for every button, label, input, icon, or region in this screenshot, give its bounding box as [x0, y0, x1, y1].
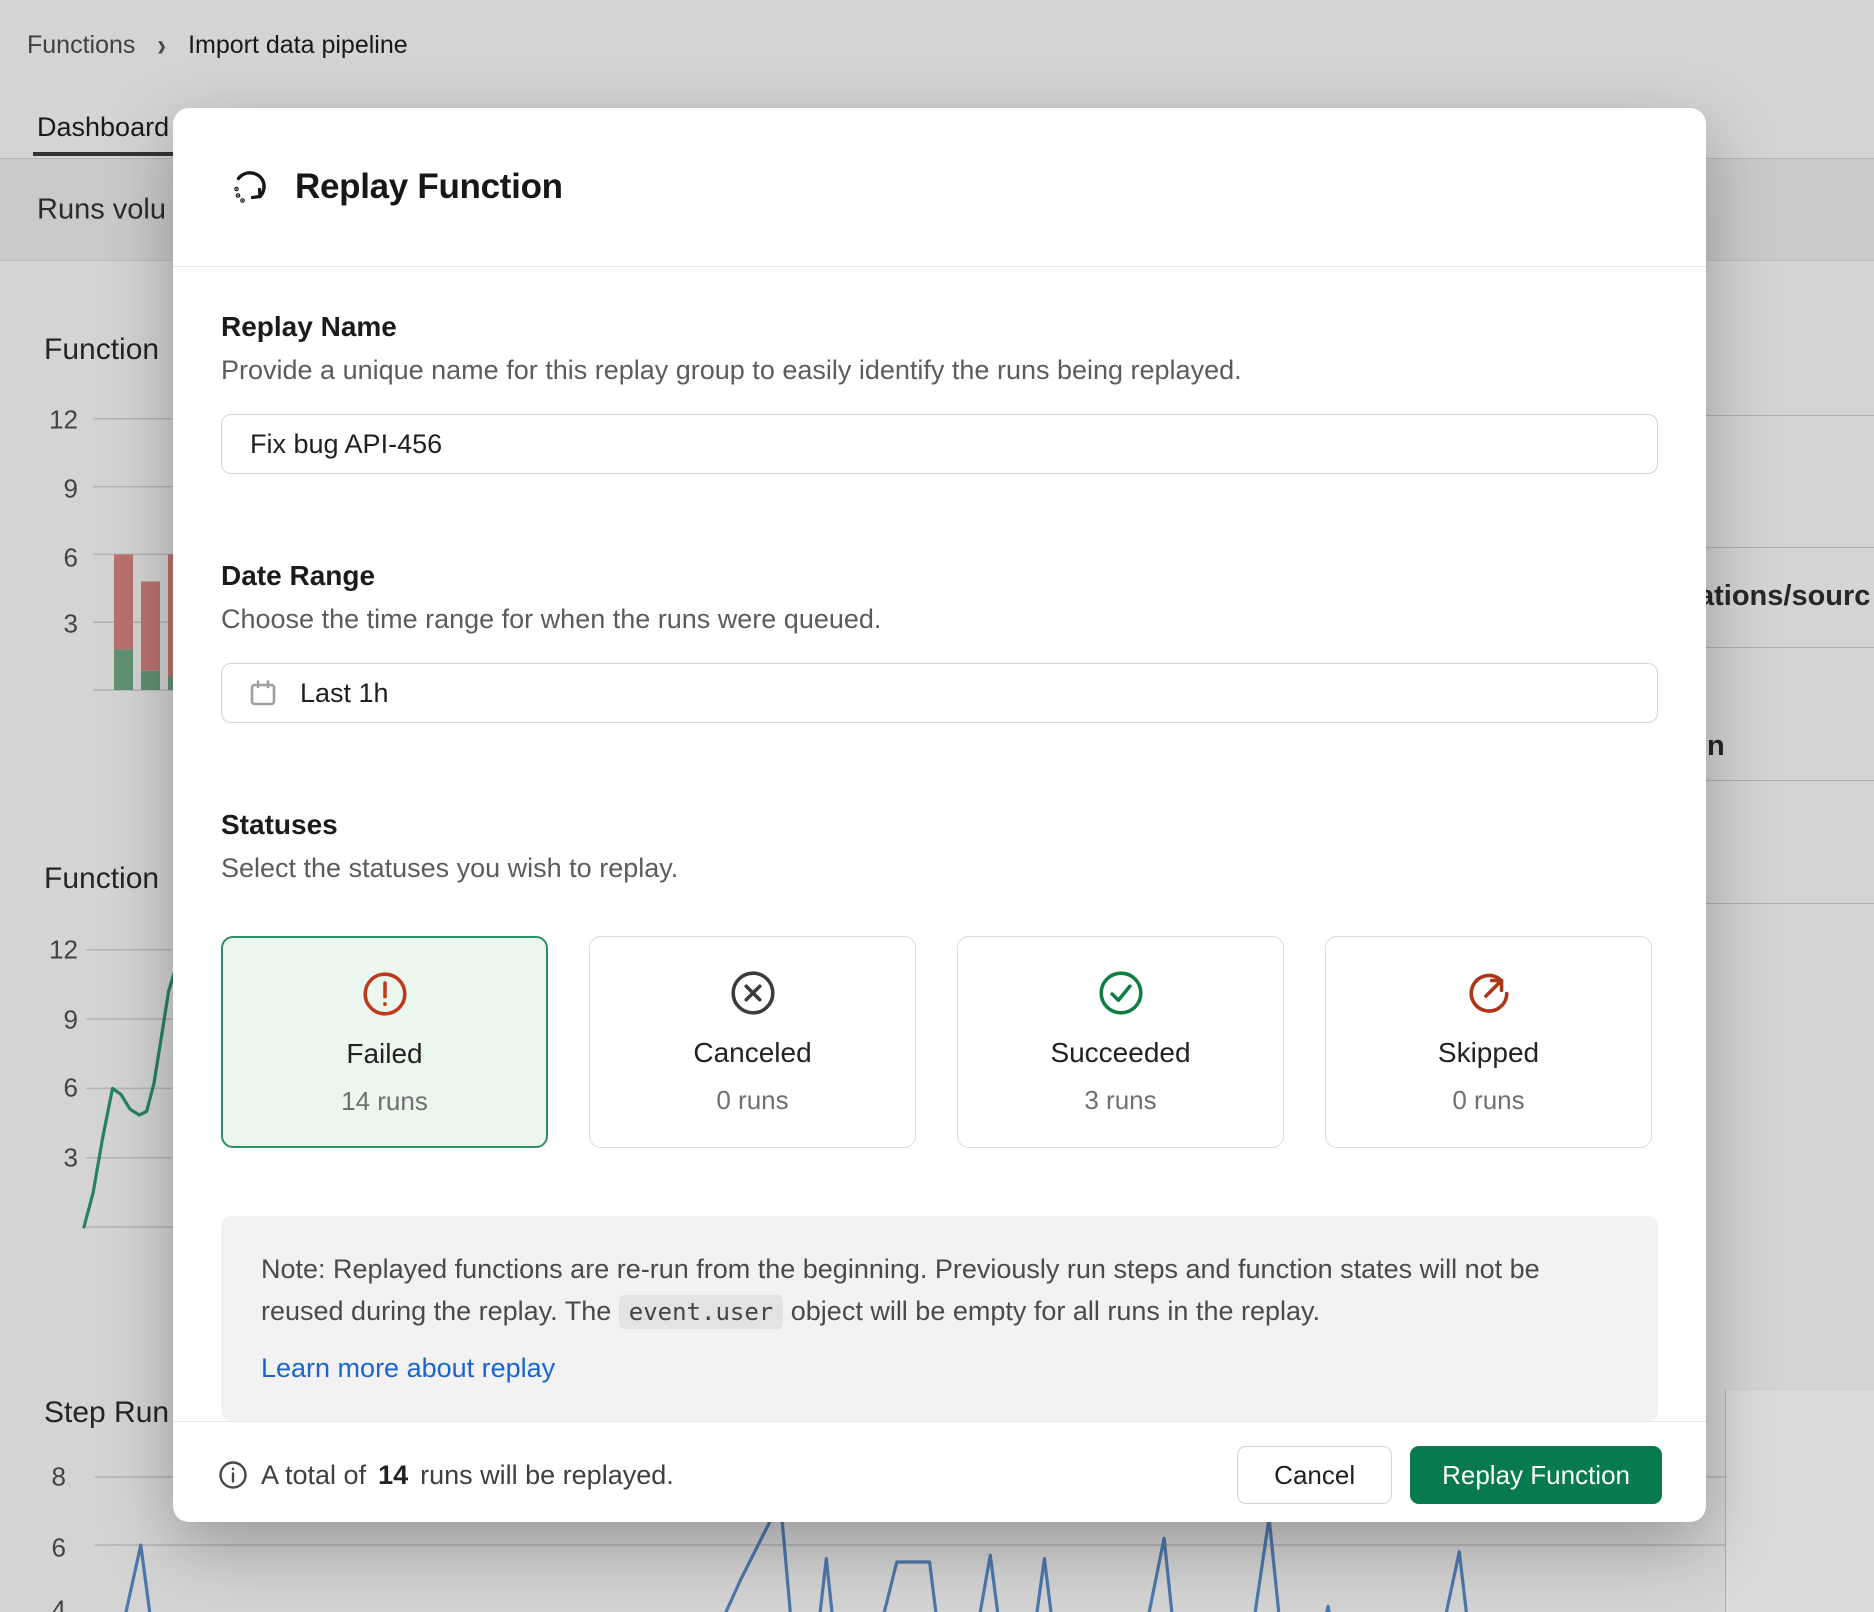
- app-root: Functions › Import data pipeline Dashboa…: [0, 0, 1874, 1612]
- calendar-icon: [248, 678, 278, 708]
- status-card-runs: 14 runs: [341, 1086, 428, 1117]
- replay-function-button[interactable]: Replay Function: [1410, 1446, 1662, 1504]
- status-card-canceled[interactable]: Canceled 0 runs: [589, 936, 916, 1148]
- status-card-label: Succeeded: [1050, 1037, 1190, 1069]
- status-card-skipped[interactable]: Skipped 0 runs: [1325, 936, 1652, 1148]
- info-icon: [217, 1459, 249, 1491]
- x-circle-icon: [729, 969, 777, 1017]
- replay-function-dialog: Replay Function Replay Name Provide a un…: [173, 108, 1706, 1522]
- skip-arrow-icon: [1465, 969, 1513, 1017]
- note-text: object will be empty for all runs in the…: [791, 1296, 1320, 1326]
- summary-count: 14: [378, 1460, 408, 1491]
- status-card-label: Failed: [346, 1038, 422, 1070]
- dialog-title: Replay Function: [295, 167, 563, 207]
- status-card-succeeded[interactable]: Succeeded 3 runs: [957, 936, 1284, 1148]
- summary-suffix: runs will be replayed.: [420, 1460, 674, 1491]
- replay-icon: [229, 166, 271, 208]
- statuses-label: Statuses: [221, 809, 1658, 841]
- dialog-header: Replay Function: [173, 108, 1706, 267]
- replay-note: Note: Replayed functions are re-run from…: [221, 1216, 1658, 1421]
- summary-prefix: A total of: [261, 1460, 366, 1491]
- status-card-row: Failed 14 runs Canceled 0 runs: [221, 936, 1658, 1148]
- status-card-runs: 0 runs: [716, 1085, 788, 1116]
- date-range-label: Date Range: [221, 560, 1658, 592]
- date-range-description: Choose the time range for when the runs …: [221, 604, 1658, 635]
- replay-summary: A total of 14 runs will be replayed.: [217, 1459, 674, 1491]
- status-card-runs: 0 runs: [1452, 1085, 1524, 1116]
- replay-name-input[interactable]: [221, 414, 1658, 474]
- cancel-button[interactable]: Cancel: [1237, 1446, 1392, 1504]
- replay-name-label: Replay Name: [221, 311, 1658, 343]
- status-card-label: Skipped: [1438, 1037, 1539, 1069]
- dialog-footer: A total of 14 runs will be replayed. Can…: [173, 1421, 1706, 1528]
- status-card-failed[interactable]: Failed 14 runs: [221, 936, 548, 1148]
- alert-circle-icon: [361, 970, 409, 1018]
- note-code-chip: event.user: [619, 1295, 784, 1329]
- statuses-description: Select the statuses you wish to replay.: [221, 853, 1658, 884]
- dialog-body: Replay Name Provide a unique name for th…: [173, 267, 1706, 1421]
- replay-name-description: Provide a unique name for this replay gr…: [221, 355, 1658, 386]
- check-circle-icon: [1097, 969, 1145, 1017]
- status-card-label: Canceled: [693, 1037, 811, 1069]
- learn-more-link[interactable]: Learn more about replay: [261, 1347, 555, 1389]
- date-range-value: Last 1h: [300, 678, 389, 709]
- status-card-runs: 3 runs: [1084, 1085, 1156, 1116]
- date-range-select[interactable]: Last 1h: [221, 663, 1658, 723]
